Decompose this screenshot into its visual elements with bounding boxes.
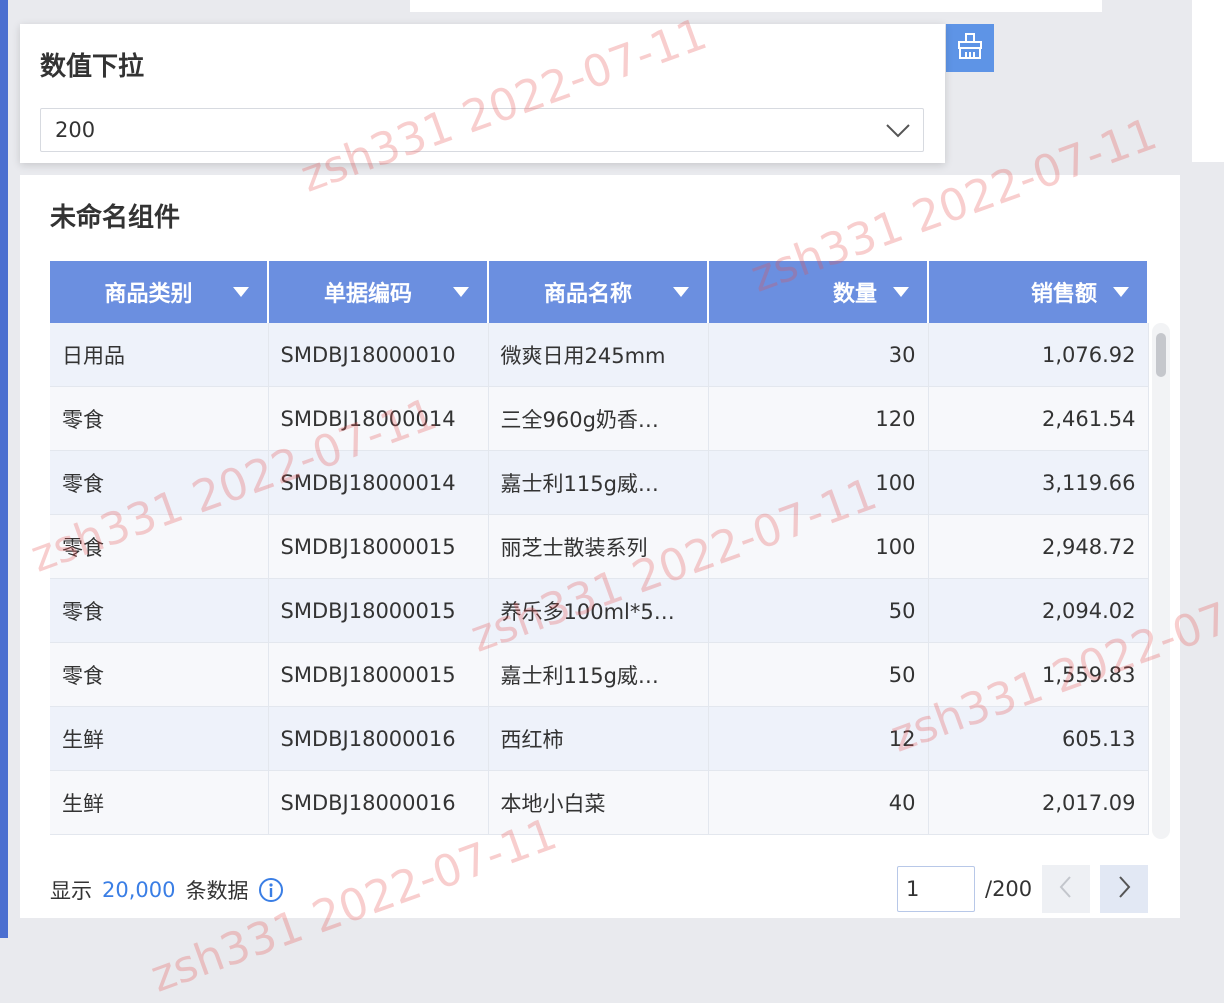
cell-product-name: 西红柿 — [488, 706, 709, 771]
table-row: 零食 SMDBJ18000015 嘉士利115g威… 50 1,559.83 — [50, 642, 1149, 707]
chevron-left-icon — [1058, 875, 1074, 903]
sort-dropdown-icon[interactable] — [673, 287, 689, 297]
cell-product-name: 本地小白菜 — [488, 770, 709, 835]
cell-doc-code: SMDBJ18000015 — [268, 514, 489, 579]
cell-doc-code: SMDBJ18000010 — [268, 323, 489, 387]
cell-category: 零食 — [50, 578, 269, 643]
table-row: 日用品 SMDBJ18000010 微爽日用245mm 30 1,076.92 — [50, 323, 1149, 387]
cell-quantity: 100 — [708, 450, 929, 515]
page-total: /200 — [985, 877, 1033, 901]
count-suffix: 条数据 — [185, 879, 249, 903]
vertical-scrollbar[interactable] — [1152, 323, 1170, 839]
cell-quantity: 50 — [708, 578, 929, 643]
cell-doc-code: SMDBJ18000014 — [268, 450, 489, 515]
sort-dropdown-icon[interactable] — [453, 287, 469, 297]
cell-quantity: 30 — [708, 323, 929, 387]
cell-sales: 2,017.09 — [928, 770, 1149, 835]
table-row: 零食 SMDBJ18000015 丽芝士散装系列 100 2,948.72 — [50, 514, 1149, 579]
cell-product-name: 三全960g奶香… — [488, 386, 709, 451]
clear-filter-button[interactable] — [946, 24, 994, 72]
table-title: 未命名组件 — [50, 203, 181, 233]
record-count: 20,000 — [102, 878, 176, 902]
chevron-down-icon — [885, 119, 911, 146]
cell-product-name: 丽芝士散装系列 — [488, 514, 709, 579]
broom-icon — [956, 32, 984, 64]
data-table: 商品类别 单据编码 商品名称 数量 销售额 日用品 SMDBJ18000010 … — [50, 261, 1150, 837]
left-edge-strip — [0, 0, 8, 938]
cell-sales: 2,094.02 — [928, 578, 1149, 643]
table-row: 生鲜 SMDBJ18000016 本地小白菜 40 2,017.09 — [50, 770, 1149, 835]
cell-category: 日用品 — [50, 323, 269, 387]
chevron-right-icon — [1116, 875, 1132, 903]
next-page-button[interactable] — [1100, 865, 1149, 913]
sort-dropdown-icon[interactable] — [1113, 287, 1129, 297]
table-row: 生鲜 SMDBJ18000016 西红柿 12 605.13 — [50, 706, 1149, 771]
cell-sales: 1,559.83 — [928, 642, 1149, 707]
cell-doc-code: SMDBJ18000016 — [268, 706, 489, 771]
table-row: 零食 SMDBJ18000014 嘉士利115g威… 100 3,119.66 — [50, 450, 1149, 515]
sort-dropdown-icon[interactable] — [893, 287, 909, 297]
column-header-quantity[interactable]: 数量 — [708, 261, 929, 323]
cell-sales: 2,461.54 — [928, 386, 1149, 451]
cell-sales: 3,119.66 — [928, 450, 1149, 515]
filter-title: 数值下拉 — [40, 52, 145, 82]
sort-dropdown-icon[interactable] — [233, 287, 249, 297]
column-header-doc-code[interactable]: 单据编码 — [268, 261, 489, 323]
column-header-sales[interactable]: 销售额 — [928, 261, 1149, 323]
filter-card: 数值下拉 200 — [20, 24, 945, 163]
prev-page-button[interactable] — [1042, 865, 1091, 913]
page-number-input[interactable] — [897, 866, 975, 912]
count-prefix: 显示 — [50, 879, 92, 903]
cell-category: 生鲜 — [50, 770, 269, 835]
table-card: 未命名组件 商品类别 单据编码 商品名称 数量 销售额 日用品 SMDBJ180… — [20, 175, 1180, 918]
cell-product-name: 微爽日用245mm — [488, 323, 709, 387]
cell-product-name: 嘉士利115g威… — [488, 450, 709, 515]
pagination: /200 — [897, 865, 1149, 913]
cell-category: 零食 — [50, 386, 269, 451]
cell-product-name: 养乐多100ml*5… — [488, 578, 709, 643]
cell-sales: 605.13 — [928, 706, 1149, 771]
cell-product-name: 嘉士利115g威… — [488, 642, 709, 707]
record-count-info: 显示 20,000 条数据 — [50, 875, 284, 905]
cell-doc-code: SMDBJ18000015 — [268, 642, 489, 707]
cell-sales: 2,948.72 — [928, 514, 1149, 579]
cell-category: 零食 — [50, 642, 269, 707]
column-header-category[interactable]: 商品类别 — [50, 261, 269, 323]
dropdown-value: 200 — [55, 118, 96, 142]
info-icon[interactable] — [258, 877, 284, 903]
cell-quantity: 50 — [708, 642, 929, 707]
cell-doc-code: SMDBJ18000016 — [268, 770, 489, 835]
top-panel-edge — [410, 0, 1102, 12]
cell-doc-code: SMDBJ18000014 — [268, 386, 489, 451]
cell-sales: 1,076.92 — [928, 323, 1149, 387]
table-row: 零食 SMDBJ18000014 三全960g奶香… 120 2,461.54 — [50, 386, 1149, 451]
column-header-product-name[interactable]: 商品名称 — [488, 261, 709, 323]
cell-doc-code: SMDBJ18000015 — [268, 578, 489, 643]
value-dropdown[interactable]: 200 — [40, 108, 924, 152]
left-gap — [8, 0, 20, 938]
table-row: 零食 SMDBJ18000015 养乐多100ml*5… 50 2,094.02 — [50, 578, 1149, 643]
cell-quantity: 100 — [708, 514, 929, 579]
cell-category: 零食 — [50, 514, 269, 579]
cell-quantity: 120 — [708, 386, 929, 451]
cell-quantity: 12 — [708, 706, 929, 771]
right-panel-edge — [1192, 0, 1224, 162]
cell-category: 零食 — [50, 450, 269, 515]
cell-category: 生鲜 — [50, 706, 269, 771]
table-header-row: 商品类别 单据编码 商品名称 数量 销售额 — [50, 261, 1149, 323]
scrollbar-thumb[interactable] — [1156, 333, 1166, 377]
cell-quantity: 40 — [708, 770, 929, 835]
